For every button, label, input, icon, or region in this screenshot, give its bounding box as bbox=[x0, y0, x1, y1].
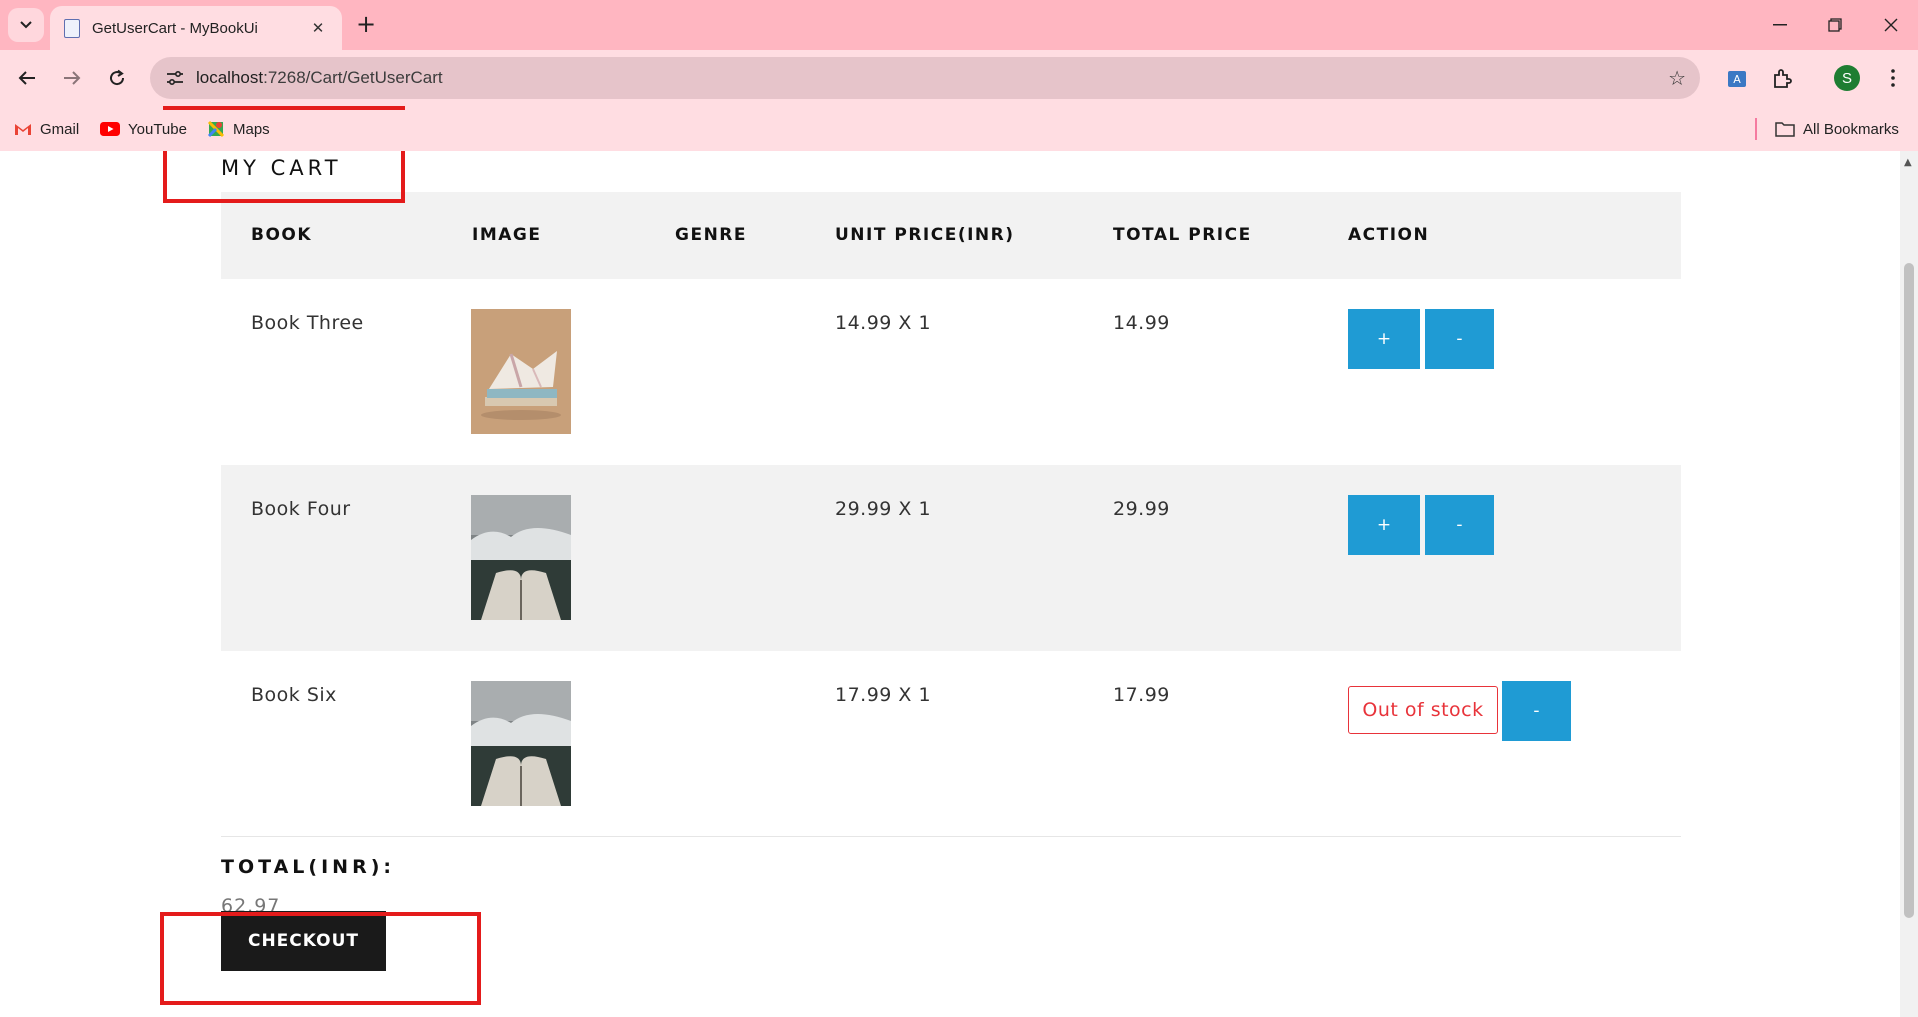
tune-icon bbox=[167, 70, 183, 86]
all-bookmarks-button[interactable]: All Bookmarks bbox=[1775, 116, 1899, 142]
page-favicon-icon bbox=[64, 18, 80, 38]
translate-extension-icon: A bbox=[1728, 71, 1746, 87]
tab-search-button[interactable] bbox=[8, 8, 44, 42]
book-title: Book Four bbox=[251, 498, 351, 520]
bookmark-label: Gmail bbox=[40, 120, 80, 138]
column-header-unit-price: UNIT PRICE(INR) bbox=[835, 225, 1015, 245]
profile-button[interactable]: S bbox=[1830, 61, 1864, 95]
extension-translate-button[interactable]: A bbox=[1720, 61, 1754, 95]
table-row: Book Six 17.99 X 1 17.99 Out of stock - bbox=[221, 651, 1681, 837]
total-price: 29.99 bbox=[1113, 498, 1170, 520]
bookmarks-divider bbox=[1755, 118, 1757, 140]
kebab-menu-icon bbox=[1891, 69, 1895, 87]
url-text: localhost:7268/Cart/GetUserCart bbox=[196, 68, 443, 88]
tab-title: GetUserCart - MyBookUi bbox=[92, 19, 258, 37]
bookmark-maps[interactable]: Maps bbox=[207, 116, 270, 142]
increase-quantity-button[interactable]: + bbox=[1348, 495, 1420, 555]
scroll-up-icon[interactable]: ▲ bbox=[1904, 157, 1912, 168]
puzzle-icon bbox=[1774, 69, 1792, 88]
page-title: MY CART bbox=[221, 156, 342, 180]
forward-button[interactable] bbox=[55, 61, 89, 95]
arrow-right-icon bbox=[64, 71, 81, 85]
minimize-icon bbox=[1773, 24, 1787, 26]
browser-chrome: GetUserCart - MyBookUi ✕ + localhost:726… bbox=[0, 0, 1918, 151]
column-header-action: ACTION bbox=[1348, 225, 1430, 245]
avatar: S bbox=[1834, 65, 1860, 91]
table-row: Book Four 29.99 X 1 29.99 + - bbox=[221, 465, 1681, 651]
reload-icon bbox=[110, 69, 125, 86]
minimize-button[interactable] bbox=[1760, 8, 1800, 42]
book-title: Book Three bbox=[251, 312, 364, 334]
decrease-quantity-button[interactable]: - bbox=[1425, 309, 1494, 369]
svg-text:A: A bbox=[1733, 73, 1741, 86]
browser-toolbar: localhost:7268/Cart/GetUserCart ☆ A S bbox=[0, 50, 1918, 108]
arrow-left-icon bbox=[18, 71, 35, 85]
unit-price: 14.99 X 1 bbox=[835, 312, 932, 334]
address-bar[interactable]: localhost:7268/Cart/GetUserCart ☆ bbox=[150, 57, 1700, 99]
decrease-quantity-button[interactable]: - bbox=[1502, 681, 1571, 741]
scroll-thumb[interactable] bbox=[1904, 263, 1914, 918]
tab-strip: GetUserCart - MyBookUi ✕ + bbox=[0, 0, 1918, 50]
total-price: 14.99 bbox=[1113, 312, 1170, 334]
column-header-genre: GENRE bbox=[675, 225, 747, 245]
restore-icon bbox=[1828, 18, 1842, 32]
decrease-quantity-button[interactable]: - bbox=[1425, 495, 1494, 555]
checkout-button[interactable]: CHECKOUT bbox=[221, 911, 386, 971]
maps-icon bbox=[207, 120, 225, 138]
bookmark-gmail[interactable]: Gmail bbox=[14, 116, 79, 142]
extensions-button[interactable] bbox=[1765, 61, 1799, 95]
gmail-icon bbox=[15, 124, 31, 135]
column-header-image: IMAGE bbox=[472, 225, 542, 245]
close-tab-icon[interactable]: ✕ bbox=[308, 19, 328, 37]
unit-price: 29.99 X 1 bbox=[835, 498, 932, 520]
reload-button[interactable] bbox=[100, 61, 134, 95]
table-row: Book Three 14.99 X 1 14.99 + - bbox=[221, 279, 1681, 465]
table-header: BOOK IMAGE GENRE UNIT PRICE(INR) TOTAL P… bbox=[221, 192, 1681, 279]
unit-price: 17.99 X 1 bbox=[835, 684, 932, 706]
page-content: MY CART BOOK IMAGE GENRE UNIT PRICE(INR)… bbox=[0, 151, 1900, 1017]
url-host: localhost bbox=[196, 68, 264, 87]
close-icon bbox=[1884, 18, 1898, 32]
cart-table: BOOK IMAGE GENRE UNIT PRICE(INR) TOTAL P… bbox=[221, 192, 1681, 837]
site-info-button[interactable] bbox=[154, 57, 196, 99]
total-price: 17.99 bbox=[1113, 684, 1170, 706]
book-cover-image bbox=[471, 681, 571, 806]
restore-button[interactable] bbox=[1815, 8, 1855, 42]
book-cover-image bbox=[471, 309, 571, 434]
back-button[interactable] bbox=[10, 61, 44, 95]
bookmarks-bar: Gmail YouTube Maps All Bookmarks bbox=[0, 108, 1918, 151]
bookmark-star-icon[interactable]: ☆ bbox=[1668, 66, 1686, 90]
folder-icon bbox=[1775, 122, 1795, 137]
active-tab[interactable]: GetUserCart - MyBookUi ✕ bbox=[50, 6, 342, 50]
chevron-down-icon bbox=[20, 21, 32, 29]
close-window-button[interactable] bbox=[1871, 8, 1911, 42]
column-header-total-price: TOTAL PRICE bbox=[1113, 225, 1252, 245]
new-tab-button[interactable]: + bbox=[351, 10, 381, 40]
column-header-book: BOOK bbox=[251, 225, 313, 245]
youtube-icon bbox=[100, 122, 120, 136]
all-bookmarks-label: All Bookmarks bbox=[1803, 120, 1899, 138]
book-cover-image bbox=[471, 495, 571, 620]
bookmark-label: YouTube bbox=[128, 120, 187, 138]
book-title: Book Six bbox=[251, 684, 337, 706]
total-label: TOTAL(INR): bbox=[221, 856, 395, 878]
page-scrollbar[interactable]: ▲ bbox=[1900, 151, 1918, 1017]
url-path: :7268/Cart/GetUserCart bbox=[263, 68, 443, 87]
increase-quantity-button[interactable]: + bbox=[1348, 309, 1420, 369]
out-of-stock-badge: Out of stock bbox=[1348, 686, 1498, 734]
bookmark-youtube[interactable]: YouTube bbox=[100, 116, 187, 142]
browser-menu-button[interactable] bbox=[1876, 61, 1910, 95]
bookmark-label: Maps bbox=[233, 120, 270, 138]
